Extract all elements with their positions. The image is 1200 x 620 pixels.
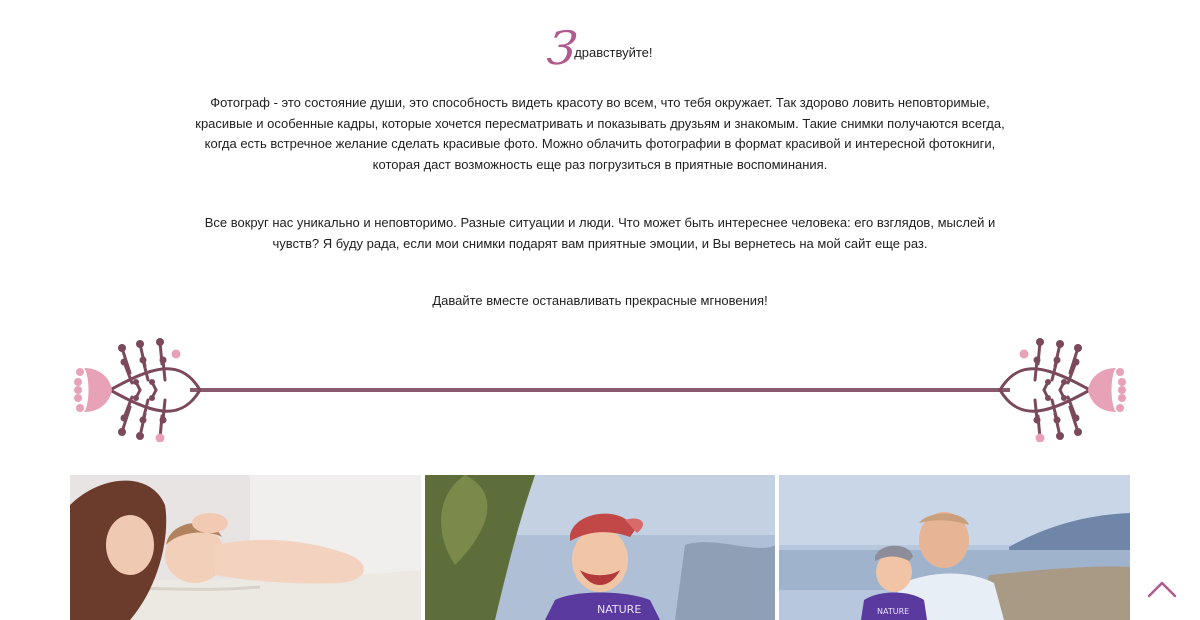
intro-paragraph-1: Фотограф - это состояние души, это спосо… <box>195 95 1005 172</box>
gallery-photo-grandfather-boy[interactable]: NATURE <box>779 475 1131 620</box>
gallery-photo-mother-child[interactable] <box>70 475 421 620</box>
photo-boy-cap-image: NATURE <box>424 475 776 620</box>
greeting-heading: Здравствуйте! <box>0 21 1200 75</box>
intro-paragraph-3: Давайте вместе останавливать прекрасные … <box>432 293 768 308</box>
gallery-photo-boy-cap[interactable]: NATURE <box>424 475 776 620</box>
intro-paragraph-2: Все вокруг нас уникально и неповторимо. … <box>204 215 996 251</box>
chevron-up-icon[interactable] <box>1146 574 1178 602</box>
photo-grandfather-boy-image: NATURE <box>779 475 1131 620</box>
photo-gallery: NATURE NATURE <box>70 475 1131 620</box>
photo2-shirt-text: NATURE <box>597 603 641 616</box>
page: Здравствуйте! Фотограф - это состояние д… <box>0 0 1200 620</box>
greeting-rest: дравствуйте! <box>574 44 653 60</box>
photo-mother-child-image <box>70 475 421 620</box>
photo3-shirt-text: NATURE <box>877 607 909 616</box>
floral-divider-icon <box>72 338 1128 442</box>
